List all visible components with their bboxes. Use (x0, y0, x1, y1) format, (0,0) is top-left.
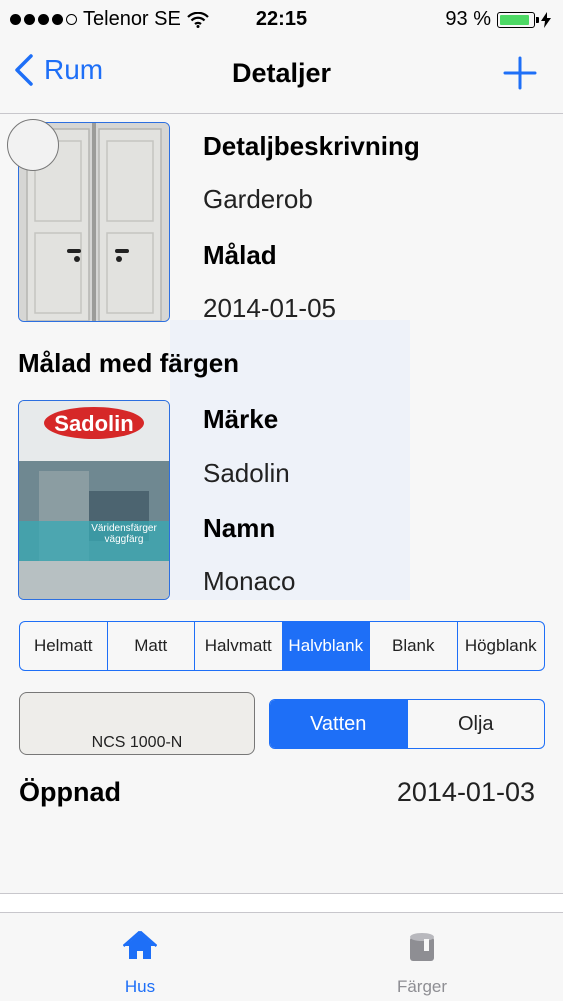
opened-label: Öppnad (19, 777, 121, 807)
gloss-option-halvblank[interactable]: Halvblank (282, 622, 370, 670)
tab-hus[interactable]: Hus (40, 913, 240, 1001)
battery-info: 93 % (445, 8, 551, 31)
plus-icon (503, 56, 537, 90)
select-circle[interactable] (7, 119, 59, 171)
color-swatch[interactable]: NCS 1000-N (19, 692, 255, 755)
gloss-segmented-control: Helmatt Matt Halvmatt Halvblank Blank Högblan… (19, 621, 545, 671)
gloss-option-matt[interactable]: Matt (108, 622, 195, 670)
brand-label: Märke (203, 404, 279, 434)
painted-label: Målad (203, 240, 277, 270)
base-segmented-control: Vatten Olja (269, 699, 545, 749)
description-value[interactable]: Garderob (203, 184, 313, 215)
battery-icon (497, 11, 539, 28)
gloss-option-blank[interactable]: Blank (370, 622, 458, 670)
color-code-label: NCS 1000-N (91, 734, 183, 751)
tab-farger[interactable]: Färger (322, 913, 522, 1001)
battery-percent: 93 % (445, 8, 491, 30)
navigation-bar: Rum Detaljer (0, 38, 563, 114)
can-sub-text: Väridensfärger väggfärg (91, 523, 157, 545)
paint-can-icon (410, 933, 434, 961)
charging-bolt-icon (541, 11, 551, 28)
gloss-option-halvmatt[interactable]: Halvmatt (195, 622, 283, 670)
base-option-olja[interactable]: Olja (408, 700, 545, 748)
description-label: Detaljbeskrivning (203, 131, 420, 161)
paint-section-title: Målad med färgen (18, 348, 240, 378)
opened-date-value[interactable]: 2014-01-03 (397, 777, 535, 808)
tabbar-separator (0, 894, 563, 912)
tab-hus-label: Hus (124, 977, 156, 996)
add-button[interactable] (503, 56, 537, 95)
name-label: Namn (203, 513, 276, 543)
tab-farger-label: Färger (396, 977, 448, 996)
tab-bar: Hus Färger (0, 912, 563, 1001)
house-icon (123, 931, 157, 959)
brand-value[interactable]: Sadolin (203, 458, 290, 489)
painted-date-value[interactable]: 2014-01-05 (203, 293, 336, 324)
name-value[interactable]: Monaco (203, 566, 296, 597)
can-logo-text: Sadolin (54, 411, 134, 436)
page-title: Detaljer (231, 58, 332, 88)
gloss-option-h-gblank[interactable]: Högblank (458, 622, 545, 670)
status-bar: Telenor SE 22:15 93 % (0, 0, 563, 38)
base-option-vatten[interactable]: Vatten (270, 700, 408, 748)
gloss-option-helmatt[interactable]: Helmatt (20, 622, 108, 670)
paint-can-photo[interactable]: Sadolin Väridensfärger väggfärg (18, 400, 170, 600)
